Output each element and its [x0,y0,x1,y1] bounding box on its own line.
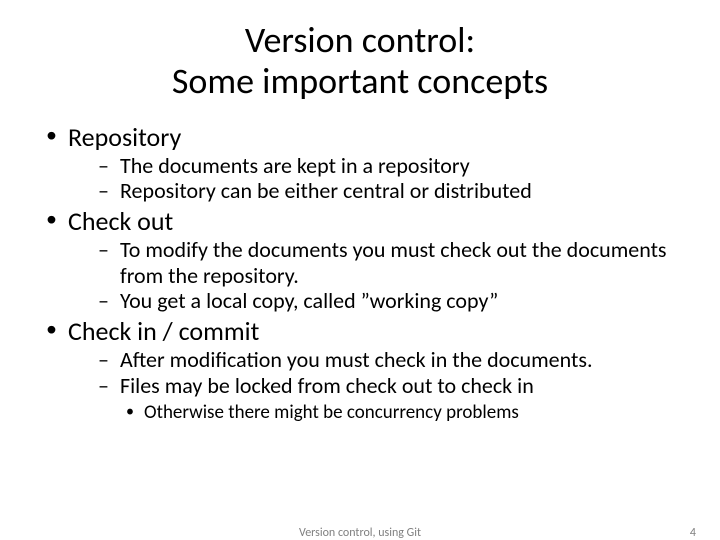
bullet-checkin: Check in / commit After modification you… [40,315,680,424]
slide-title: Version control: Some important concepts [40,20,680,103]
bullet-list: Repository The documents are kept in a r… [40,121,680,425]
sub-list: After modification you must check in the… [68,347,680,398]
subsub-list: Otherwise there might be concurrency pro… [68,402,680,425]
slide: Version control: Some important concepts… [0,0,720,425]
bullet-label: Check in / commit [68,315,259,347]
footer-text: Version control, using Git [0,526,720,540]
sub-item: To modify the documents you must check o… [68,237,680,288]
sub-list: To modify the documents you must check o… [68,237,680,313]
bullet-repository: Repository The documents are kept in a r… [40,121,680,204]
sub-item: Files may be locked from check out to ch… [68,373,680,398]
subsub-item: Otherwise there might be concurrency pro… [68,402,680,425]
sub-list: The documents are kept in a repository R… [68,153,680,204]
title-line-2: Some important concepts [172,59,548,103]
sub-item: You get a local copy, called ”working co… [68,288,680,313]
sub-item: After modification you must check in the… [68,347,680,372]
sub-item: The documents are kept in a repository [68,153,680,178]
bullet-label: Check out [68,205,173,237]
bullet-checkout: Check out To modify the documents you mu… [40,205,680,313]
sub-item: Repository can be either central or dist… [68,178,680,203]
title-line-1: Version control: [245,18,475,62]
bullet-label: Repository [68,121,181,153]
page-number: 4 [690,526,696,540]
